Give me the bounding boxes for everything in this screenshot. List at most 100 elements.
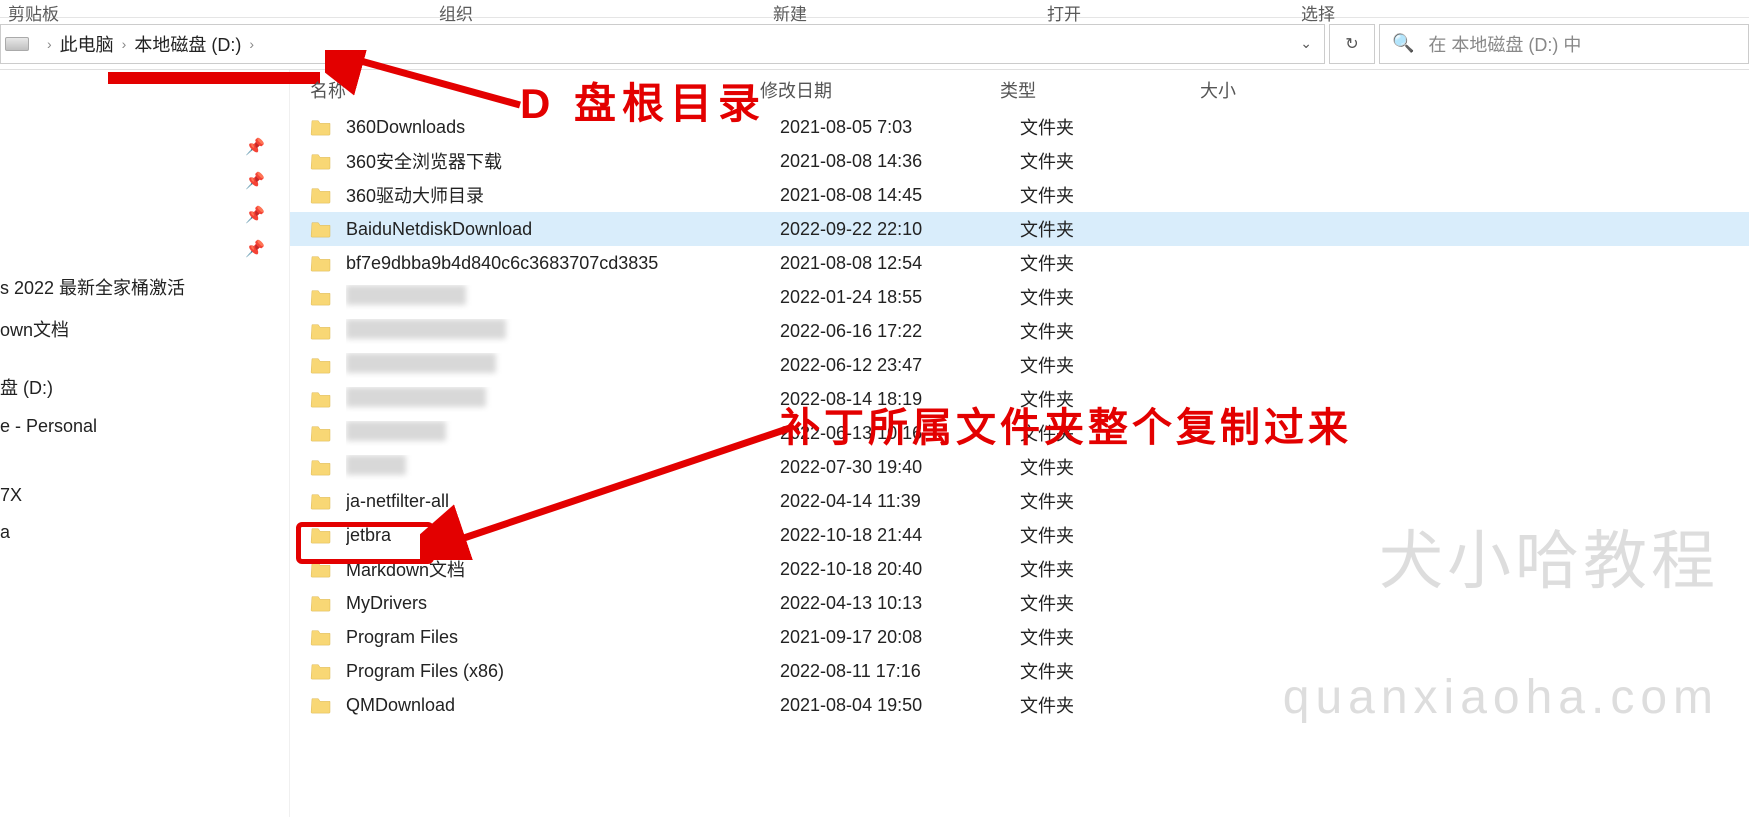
file-date: 2022-07-30 19:40 (780, 457, 1020, 478)
chevron-right-icon[interactable]: › (39, 36, 60, 52)
disk-icon (5, 37, 29, 51)
file-type: 文件夹 (1020, 182, 1220, 208)
sidebar-item[interactable] (0, 461, 289, 477)
file-row[interactable]: 2022-07-30 19:40文件夹 (290, 450, 1749, 484)
file-date: 2021-08-05 7:03 (780, 117, 1020, 138)
ribbon-organize[interactable]: 组织 (199, 0, 613, 25)
col-name-header[interactable]: 名称 (290, 77, 760, 103)
chevron-right-icon[interactable]: › (114, 36, 135, 52)
folder-icon (310, 492, 332, 510)
file-type: 文件夹 (1020, 148, 1220, 174)
refresh-button[interactable]: ↻ (1329, 24, 1375, 64)
search-input[interactable]: 🔍 在 本地磁盘 (D:) 中 (1379, 24, 1749, 64)
refresh-icon: ↻ (1345, 34, 1358, 54)
file-row[interactable]: 2022-06-13 10:16文件夹 (290, 416, 1749, 450)
sidebar: 📌 📌 📌 📌 s 2022 最新全家桶激活own文档盘 (D:)e - Per… (0, 70, 290, 817)
ribbon-groups: 剪贴板 组织 新建 打开 选择 (0, 0, 1749, 18)
file-row[interactable]: Markdown文档2022-10-18 20:40文件夹 (290, 552, 1749, 586)
folder-icon (310, 662, 332, 680)
file-type: 文件夹 (1020, 352, 1220, 378)
sidebar-item[interactable]: 盘 (D:) (0, 366, 289, 408)
file-row[interactable]: ja-netfilter-all2022-04-14 11:39文件夹 (290, 484, 1749, 518)
file-row[interactable]: Program Files2021-09-17 20:08文件夹 (290, 620, 1749, 654)
file-date: 2022-08-14 18:19 (780, 389, 1020, 410)
folder-icon (310, 254, 332, 272)
file-type: 文件夹 (1020, 386, 1220, 412)
file-date: 2021-08-08 12:54 (780, 253, 1020, 274)
file-row[interactable]: jetbra2022-10-18 21:44文件夹 (290, 518, 1749, 552)
file-row[interactable]: bf7e9dbba9b4d840c6c3683707cd38352021-08-… (290, 246, 1749, 280)
breadcrumb-drive[interactable]: 本地磁盘 (D:) (134, 31, 241, 57)
file-row[interactable]: 360Downloads2021-08-05 7:03文件夹 (290, 110, 1749, 144)
folder-icon (310, 458, 332, 476)
sidebar-item[interactable]: 7X (0, 477, 289, 514)
file-row[interactable]: 2022-01-24 18:55文件夹 (290, 280, 1749, 314)
chevron-right-icon[interactable]: › (241, 36, 262, 52)
pin-icon[interactable]: 📌 (0, 130, 289, 164)
col-type-header[interactable]: 类型 (1000, 77, 1200, 103)
file-type: 文件夹 (1020, 114, 1220, 140)
sidebar-item[interactable]: own文档 (0, 308, 289, 350)
file-name: MyDrivers (346, 593, 780, 614)
file-name: 360Downloads (346, 117, 780, 138)
file-name: Markdown文档 (346, 556, 780, 582)
chevron-down-icon[interactable]: ⌄ (1300, 35, 1312, 52)
file-name: 360安全浏览器下载 (346, 148, 780, 174)
folder-icon (310, 628, 332, 646)
file-date: 2022-06-13 10:16 (780, 423, 1020, 444)
file-date: 2021-09-17 20:08 (780, 627, 1020, 648)
ribbon-new[interactable]: 新建 (613, 0, 947, 25)
folder-icon (310, 390, 332, 408)
ribbon-open[interactable]: 打开 (947, 0, 1221, 25)
sidebar-item[interactable]: a (0, 514, 289, 551)
file-row[interactable]: 360安全浏览器下载2021-08-08 14:36文件夹 (290, 144, 1749, 178)
file-date: 2022-10-18 20:40 (780, 559, 1020, 580)
file-date: 2022-10-18 21:44 (780, 525, 1020, 546)
col-date-header[interactable]: 修改日期 (760, 77, 1000, 103)
sidebar-item[interactable] (0, 445, 289, 461)
file-row[interactable]: QMDownload2021-08-04 19:50文件夹 (290, 688, 1749, 722)
file-row[interactable]: 360驱动大师目录2021-08-08 14:45文件夹 (290, 178, 1749, 212)
file-row[interactable]: Program Files (x86)2022-08-11 17:16文件夹 (290, 654, 1749, 688)
file-row[interactable]: BaiduNetdiskDownload2022-09-22 22:10文件夹 (290, 212, 1749, 246)
file-name: jetbra (346, 525, 780, 546)
sidebar-item[interactable] (0, 350, 289, 366)
file-row[interactable]: MyDrivers2022-04-13 10:13文件夹 (290, 586, 1749, 620)
column-headers: 名称 修改日期 类型 大小 (290, 70, 1749, 110)
file-type: 文件夹 (1020, 318, 1220, 344)
sidebar-item[interactable]: s 2022 最新全家桶激活 (0, 266, 289, 308)
file-date: 2022-01-24 18:55 (780, 287, 1020, 308)
pin-icon[interactable]: 📌 (0, 198, 289, 232)
file-type: 文件夹 (1020, 624, 1220, 650)
file-type: 文件夹 (1020, 522, 1220, 548)
breadcrumb-pc[interactable]: 此电脑 (60, 31, 114, 57)
file-date: 2021-08-08 14:36 (780, 151, 1020, 172)
pin-icon[interactable]: 📌 (0, 164, 289, 198)
address-bar[interactable]: › 此电脑 › 本地磁盘 (D:) › ⌄ (0, 24, 1325, 64)
col-size-header[interactable]: 大小 (1200, 77, 1360, 103)
pin-icon[interactable]: 📌 (0, 232, 289, 266)
file-name (346, 319, 780, 344)
file-name: Program Files (346, 627, 780, 648)
folder-icon (310, 696, 332, 714)
file-date: 2022-06-12 23:47 (780, 355, 1020, 376)
file-name: Program Files (x86) (346, 661, 780, 682)
file-date: 2022-08-11 17:16 (780, 661, 1020, 682)
address-row: › 此电脑 › 本地磁盘 (D:) › ⌄ ↻ 🔍 在 本地磁盘 (D:) 中 (0, 18, 1749, 70)
file-type: 文件夹 (1020, 284, 1220, 310)
annotation-underline (108, 72, 320, 84)
file-row[interactable]: 2022-08-14 18:19文件夹 (290, 382, 1749, 416)
file-date: 2022-04-14 11:39 (780, 491, 1020, 512)
ribbon-clipboard[interactable]: 剪贴板 (0, 0, 199, 25)
file-type: 文件夹 (1020, 454, 1220, 480)
file-type: 文件夹 (1020, 488, 1220, 514)
file-row[interactable]: 2022-06-16 17:22文件夹 (290, 314, 1749, 348)
sidebar-item[interactable]: e - Personal (0, 408, 289, 445)
file-type: 文件夹 (1020, 658, 1220, 684)
file-date: 2022-09-22 22:10 (780, 219, 1020, 240)
folder-icon (310, 424, 332, 442)
ribbon-select[interactable]: 选择 (1221, 0, 1475, 25)
file-name: BaiduNetdiskDownload (346, 219, 780, 240)
file-name: bf7e9dbba9b4d840c6c3683707cd3835 (346, 253, 780, 274)
file-row[interactable]: 2022-06-12 23:47文件夹 (290, 348, 1749, 382)
